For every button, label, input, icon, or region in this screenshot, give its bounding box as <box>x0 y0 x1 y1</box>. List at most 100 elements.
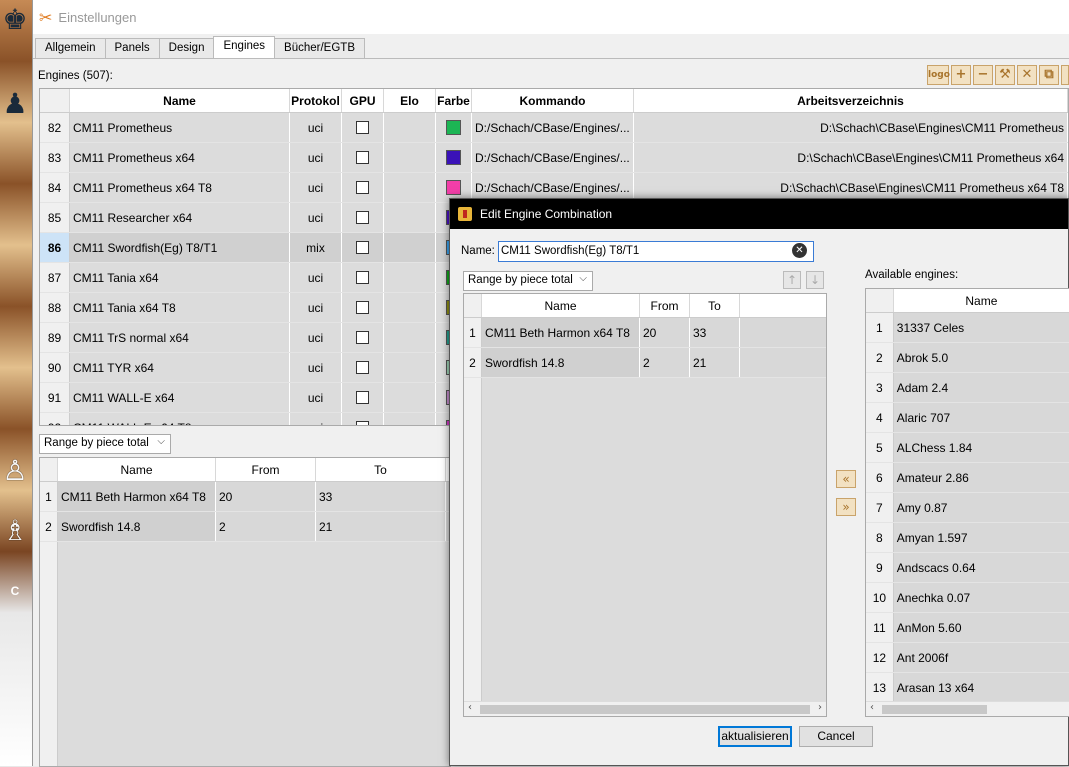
combination-header: Name From To <box>464 294 826 318</box>
color-swatch[interactable] <box>446 150 461 165</box>
column-header-farbe[interactable]: Farbe <box>436 89 472 112</box>
window-titlebar: ✂ Einstellungen <box>33 0 1069 34</box>
range-mode-select[interactable]: Range by piece total ⌵ <box>39 434 171 454</box>
move-down-button[interactable]: ↓ <box>806 271 824 289</box>
copy-engine-button[interactable]: ⧉ <box>1039 65 1059 85</box>
gpu-cell <box>342 413 384 425</box>
scrollbar-thumb[interactable] <box>882 705 987 714</box>
engine-row[interactable]: 82 CM11 Prometheus uci D:/Schach/CBase/Engi… <box>40 113 1068 143</box>
copy-icon: ⧉ <box>1044 67 1054 82</box>
gpu-checkbox[interactable] <box>356 361 369 374</box>
available-engine-row[interactable]: 6 Amateur 2.86 <box>866 463 1069 493</box>
column-header-name[interactable]: Name <box>482 294 640 317</box>
combo-to-value[interactable]: 21 <box>316 512 446 541</box>
combo-from-value[interactable]: 2 <box>640 348 690 377</box>
available-horizontal-scrollbar[interactable]: ‹ <box>866 701 1069 716</box>
engine-elo <box>384 293 436 322</box>
combo-engine-name[interactable]: CM11 Beth Harmon x64 T8 <box>58 482 216 511</box>
combo-from-value[interactable]: 20 <box>640 318 690 347</box>
available-engine-row[interactable]: 9 Andscacs 0.64 <box>866 553 1069 583</box>
tab-b-cher-egtb[interactable]: Bücher/EGTB <box>274 38 365 58</box>
available-engine-row[interactable]: 12 Ant 2006f <box>866 643 1069 673</box>
available-engine-row[interactable]: 2 Abrok 5.0 <box>866 343 1069 373</box>
dialog-range-mode-select[interactable]: Range by piece total ⌵ <box>463 271 593 291</box>
add-engine-button[interactable]: + <box>951 65 971 85</box>
gpu-checkbox[interactable] <box>356 121 369 134</box>
gpu-cell <box>342 173 384 202</box>
combo-engine-name[interactable]: Swordfish 14.8 <box>58 512 216 541</box>
row-number: 7 <box>866 493 894 522</box>
cancel-button[interactable]: Cancel <box>799 726 873 747</box>
available-engine-row[interactable]: 1 31337 Celes <box>866 313 1069 343</box>
add-to-combination-button[interactable]: « <box>836 470 856 488</box>
column-header-arbeitsverzeichnis[interactable]: Arbeitsverzeichnis <box>634 89 1068 112</box>
column-header-name[interactable]: Name <box>894 289 1069 312</box>
combination-row[interactable]: 2 Swordfish 14.8 2 21 <box>464 348 826 378</box>
column-header-name[interactable]: Name <box>70 89 290 112</box>
engine-combination-button[interactable]: ✕ <box>1017 65 1037 85</box>
combo-engine-name[interactable]: CM11 Beth Harmon x64 T8 <box>482 318 640 347</box>
row-number: 84 <box>40 173 70 202</box>
column-header-name[interactable]: Name <box>58 458 216 481</box>
color-swatch[interactable] <box>446 120 461 135</box>
row-number: 5 <box>866 433 894 462</box>
column-header-gpu[interactable]: GPU <box>342 89 384 112</box>
gpu-checkbox[interactable] <box>356 181 369 194</box>
gpu-checkbox[interactable] <box>356 271 369 284</box>
clear-input-icon[interactable]: ✕ <box>792 243 807 258</box>
name-input[interactable]: CM11 Swordfish(Eg) T8/T1 <box>498 241 814 262</box>
available-engine-row[interactable]: 11 AnMon 5.60 <box>866 613 1069 643</box>
combination-row[interactable]: 2 Swordfish 14.8 2 21 <box>40 512 450 542</box>
tab-panels[interactable]: Panels <box>104 38 160 58</box>
update-button[interactable]: aktualisieren <box>718 726 792 747</box>
gpu-checkbox[interactable] <box>356 421 369 425</box>
gpu-checkbox[interactable] <box>356 241 369 254</box>
column-header-protokol[interactable]: Protokol <box>290 89 342 112</box>
remove-engine-button[interactable]: − <box>973 65 993 85</box>
gpu-checkbox[interactable] <box>356 301 369 314</box>
combo-from-value[interactable]: 2 <box>216 512 316 541</box>
gpu-checkbox[interactable] <box>356 151 369 164</box>
row-number-header <box>464 294 482 317</box>
available-engine-row[interactable]: 8 Amyan 1.597 <box>866 523 1069 553</box>
combo-from-value[interactable]: 20 <box>216 482 316 511</box>
available-engine-name: Alaric 707 <box>894 403 1069 432</box>
combo-to-value[interactable]: 33 <box>690 318 740 347</box>
engine-row[interactable]: 83 CM11 Prometheus x64 uci D:/Schach/CBase/… <box>40 143 1068 173</box>
available-engine-row[interactable]: 7 Amy 0.87 <box>866 493 1069 523</box>
range-mode-value: Range by piece total <box>44 437 149 449</box>
gpu-checkbox[interactable] <box>356 391 369 404</box>
column-header-from[interactable]: From <box>216 458 316 481</box>
available-engine-row[interactable]: 13 Arasan 13 x64 <box>866 673 1069 703</box>
available-engine-row[interactable]: 4 Alaric 707 <box>866 403 1069 433</box>
gpu-checkbox[interactable] <box>356 211 369 224</box>
scrollbar-thumb[interactable] <box>480 705 810 714</box>
column-header-to[interactable]: To <box>690 294 740 317</box>
row-number: 89 <box>40 323 70 352</box>
combination-row[interactable]: 1 CM11 Beth Harmon x64 T8 20 33 <box>40 482 450 512</box>
combination-row[interactable]: 1 CM11 Beth Harmon x64 T8 20 33 <box>464 318 826 348</box>
scroll-left-icon: ‹ <box>468 702 472 713</box>
color-swatch[interactable] <box>446 180 461 195</box>
column-header-from[interactable]: From <box>640 294 690 317</box>
column-header-to[interactable]: To <box>316 458 446 481</box>
remove-from-combination-button[interactable]: » <box>836 498 856 516</box>
available-engine-row[interactable]: 5 ALChess 1.84 <box>866 433 1069 463</box>
tab-design[interactable]: Design <box>158 38 215 58</box>
tab-engines[interactable]: Engines <box>213 36 276 58</box>
available-engine-row[interactable]: 10 Anechka 0.07 <box>866 583 1069 613</box>
combo-to-value[interactable]: 21 <box>690 348 740 377</box>
combo-to-value[interactable]: 33 <box>316 482 446 511</box>
engine-name: CM11 Prometheus <box>70 113 290 142</box>
available-engine-row[interactable]: 3 Adam 2.4 <box>866 373 1069 403</box>
tab-allgemein[interactable]: Allgemein <box>35 38 106 58</box>
horizontal-scrollbar[interactable]: ‹ › <box>464 701 826 716</box>
gpu-checkbox[interactable] <box>356 331 369 344</box>
combo-engine-name[interactable]: Swordfish 14.8 <box>482 348 640 377</box>
logo-button[interactable]: logo <box>927 65 950 85</box>
configure-engine-button[interactable]: ⚒ <box>995 65 1015 85</box>
column-header-elo[interactable]: Elo <box>384 89 436 112</box>
column-header-kommando[interactable]: Kommando <box>472 89 634 112</box>
more-button[interactable] <box>1061 65 1069 85</box>
move-up-button[interactable]: ↑ <box>783 271 801 289</box>
